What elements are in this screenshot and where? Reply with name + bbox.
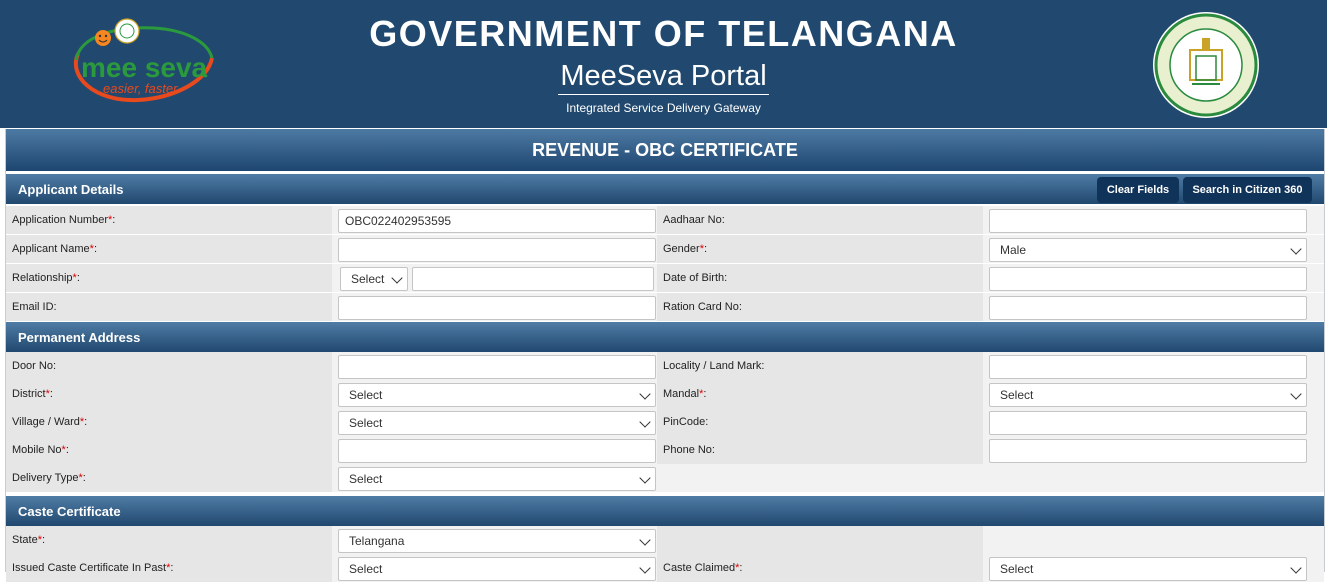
section-title: Caste Certificate (18, 504, 121, 519)
dob-input[interactable] (989, 267, 1307, 291)
issued-caste-cell: Select (332, 554, 657, 582)
phone-label: Phone No: (657, 436, 983, 464)
pincode-label: PinCode: (657, 408, 983, 436)
form-row: Application Number*: Aadhaar No: (6, 206, 1324, 235)
issued-caste-label: Issued Caste Certificate In Past*: (6, 554, 332, 582)
form-row: Issued Caste Certificate In Past*: Selec… (6, 554, 1324, 583)
email-label: Email ID: (6, 293, 332, 321)
chevron-down-icon (391, 272, 403, 284)
pincode-input[interactable] (989, 411, 1307, 435)
application-number-cell (332, 206, 657, 234)
mobile-label: Mobile No*: (6, 436, 332, 464)
page-title: REVENUE - OBC CERTIFICATE (6, 129, 1324, 171)
state-label: State*: (6, 526, 332, 554)
locality-label: Locality / Land Mark: (657, 352, 983, 380)
section-applicant-details: Applicant Details Clear Fields Search in… (6, 174, 1324, 204)
delivery-type-cell: Select (332, 464, 657, 492)
mandal-cell: Select (983, 380, 1324, 408)
form-row: State*: Telangana (6, 526, 1324, 555)
ration-card-input[interactable] (989, 296, 1307, 320)
mandal-select[interactable]: Select (989, 383, 1307, 407)
delivery-type-label: Delivery Type*: (6, 464, 332, 492)
door-no-label: Door No: (6, 352, 332, 380)
ration-card-cell (983, 293, 1324, 321)
chevron-down-icon (1290, 243, 1302, 255)
caste-claimed-label: Caste Claimed*: (657, 554, 983, 582)
district-label: District*: (6, 380, 332, 408)
form-container: REVENUE - OBC CERTIFICATE Applicant Deta… (5, 129, 1325, 583)
relationship-label: Relationship*: (6, 264, 332, 292)
phone-cell (983, 436, 1324, 464)
telangana-emblem-icon (1153, 12, 1259, 118)
gender-select[interactable]: Male (989, 238, 1307, 262)
caste-claimed-cell: Select (983, 554, 1324, 582)
form-row: Email ID: Ration Card No: (6, 293, 1324, 322)
applicant-name-cell (332, 235, 657, 263)
state-select[interactable]: Telangana (338, 529, 656, 553)
section-title: Permanent Address (18, 330, 141, 345)
phone-input[interactable] (989, 439, 1307, 463)
pincode-cell (983, 408, 1324, 436)
mobile-cell (332, 436, 657, 464)
mobile-input[interactable] (338, 439, 656, 463)
aadhaar-cell (983, 206, 1324, 234)
section-caste-certificate: Caste Certificate (6, 496, 1324, 526)
village-select[interactable]: Select (338, 411, 656, 435)
mandal-label: Mandal*: (657, 380, 983, 408)
door-no-cell (332, 352, 657, 380)
form-row: Door No: Locality / Land Mark: (6, 352, 1324, 381)
dob-label: Date of Birth: (657, 264, 983, 292)
village-label: Village / Ward*: (6, 408, 332, 436)
relationship-select[interactable]: Select (340, 267, 408, 291)
section-permanent-address: Permanent Address (6, 322, 1324, 352)
aadhaar-label: Aadhaar No: (657, 206, 983, 234)
empty-cell (657, 464, 1324, 492)
application-number-label: Application Number*: (6, 206, 332, 234)
aadhaar-input[interactable] (989, 209, 1307, 233)
clear-fields-button[interactable]: Clear Fields (1097, 177, 1179, 203)
ration-card-label: Ration Card No: (657, 293, 983, 321)
email-cell (332, 293, 657, 321)
applicant-name-label: Applicant Name*: (6, 235, 332, 263)
delivery-type-select[interactable]: Select (338, 467, 656, 491)
dob-cell (983, 264, 1324, 292)
caste-claimed-select[interactable]: Select (989, 557, 1307, 581)
state-cell: Telangana (332, 526, 657, 554)
site-header: mee seva easier, faster GOVERNMENT OF TE… (0, 0, 1327, 128)
chevron-down-icon (639, 416, 651, 428)
portal-tagline: Integrated Service Delivery Gateway (566, 101, 761, 115)
application-number-input[interactable] (338, 209, 656, 233)
government-title: GOVERNMENT OF TELANGANA (369, 13, 958, 54)
district-select[interactable]: Select (338, 383, 656, 407)
district-cell: Select (332, 380, 657, 408)
relationship-name-input[interactable] (412, 267, 654, 291)
portal-title: MeeSeva Portal (0, 60, 1327, 95)
section-title: Applicant Details (18, 182, 124, 197)
email-input[interactable] (338, 296, 656, 320)
locality-input[interactable] (989, 355, 1307, 379)
issued-caste-select[interactable]: Select (338, 557, 656, 581)
form-row: Applicant Name*: Gender*: Male (6, 235, 1324, 264)
door-no-input[interactable] (338, 355, 656, 379)
chevron-down-icon (639, 472, 651, 484)
form-row: Delivery Type*: Select (6, 464, 1324, 493)
empty-cell (657, 526, 983, 554)
gender-cell: Male (983, 235, 1324, 263)
chevron-down-icon (1290, 388, 1302, 400)
chevron-down-icon (639, 388, 651, 400)
gender-label: Gender*: (657, 235, 983, 263)
chevron-down-icon (639, 534, 651, 546)
form-row: Mobile No*: Phone No: (6, 436, 1324, 465)
search-citizen-360-button[interactable]: Search in Citizen 360 (1183, 177, 1312, 203)
locality-cell (983, 352, 1324, 380)
applicant-name-input[interactable] (338, 238, 656, 262)
form-row: District*: Select Mandal*: Select (6, 380, 1324, 409)
form-row: Relationship*: Select Date of Birth: (6, 264, 1324, 293)
village-cell: Select (332, 408, 657, 436)
form-row: Village / Ward*: Select PinCode: (6, 408, 1324, 437)
empty-cell (983, 526, 1324, 554)
relationship-cell: Select (332, 264, 657, 292)
